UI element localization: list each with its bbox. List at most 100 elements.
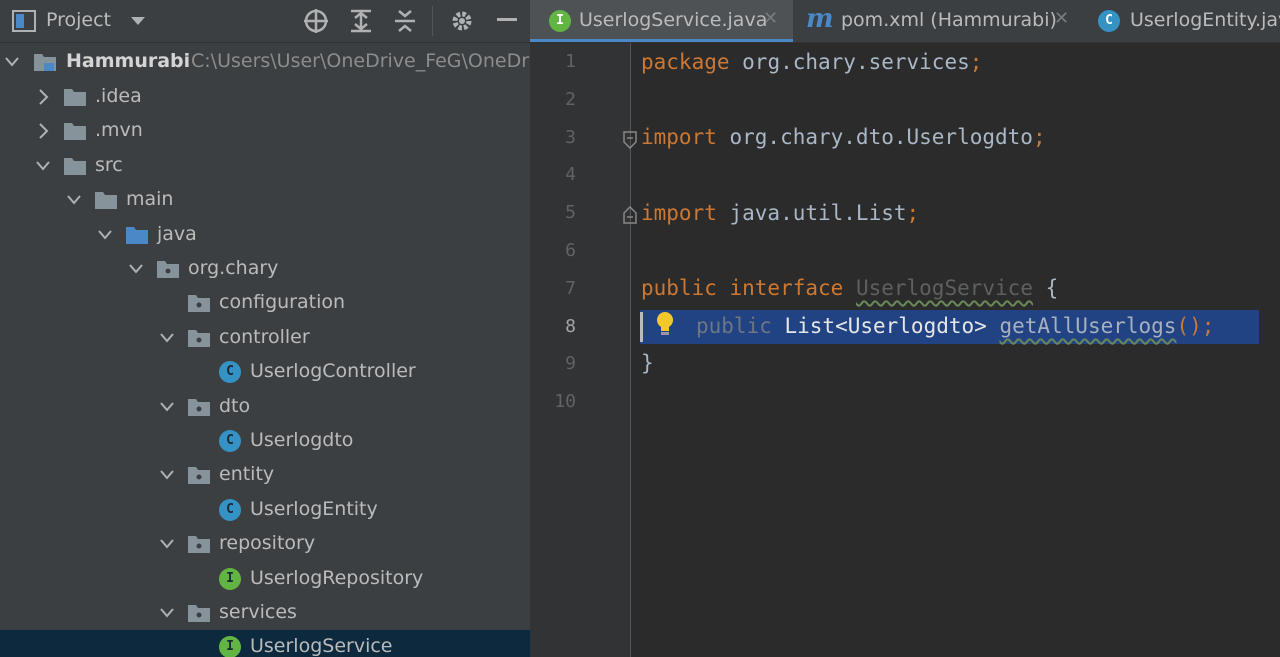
project-panel: Project Hammurabi C:\Users\User\OneDrive… bbox=[0, 0, 530, 657]
tab-label: UserlogService.java bbox=[579, 9, 768, 31]
class-icon: C bbox=[219, 498, 241, 521]
code-text: org.chary.services bbox=[729, 50, 970, 74]
tree-item-java[interactable]: java bbox=[0, 218, 530, 252]
tree-item-configuration[interactable]: configuration bbox=[0, 286, 530, 320]
tree-item-services[interactable]: services bbox=[0, 596, 530, 630]
package-icon bbox=[188, 398, 210, 416]
code-text: org.chary.dto.Userlogdto bbox=[716, 125, 1033, 149]
maven-icon: m bbox=[806, 4, 834, 34]
tree-item--mvn[interactable]: .mvn bbox=[0, 114, 530, 148]
tree-item-label: Userlogdto bbox=[250, 429, 354, 451]
tree-item-repository[interactable]: repository bbox=[0, 527, 530, 561]
code-punct: ; bbox=[969, 50, 983, 74]
tree-item-userlogentity[interactable]: C UserlogEntity bbox=[0, 493, 530, 527]
code-keyword-unused: public bbox=[696, 314, 772, 338]
tree-item-label: dto bbox=[219, 394, 251, 417]
lightbulb-icon[interactable] bbox=[654, 311, 676, 337]
tree-item-label: UserlogController bbox=[250, 360, 416, 383]
chevron-down-icon[interactable] bbox=[157, 462, 177, 488]
project-root-path: C:\Users\User\OneDrive_FeG\OneDriv bbox=[191, 50, 530, 72]
tab-pom-xml[interactable]: m pom.xml (Hammurabi) ✕ bbox=[794, 0, 1087, 42]
interface-icon: I bbox=[549, 10, 571, 32]
chevron-down-icon[interactable] bbox=[157, 325, 177, 351]
text-caret bbox=[640, 312, 643, 342]
tree-root-row[interactable]: Hammurabi C:\Users\User\OneDrive_FeG\One… bbox=[0, 45, 530, 79]
chevron-down-icon[interactable] bbox=[33, 153, 53, 179]
chevron-down-icon[interactable] bbox=[64, 187, 84, 213]
line-number: 3 bbox=[565, 126, 576, 148]
tab-label: pom.xml (Hammurabi) bbox=[841, 9, 1057, 31]
project-panel-title[interactable]: Project bbox=[46, 9, 111, 31]
package-icon bbox=[188, 467, 210, 485]
chevron-down-icon[interactable] bbox=[126, 256, 146, 282]
code-keyword: public bbox=[641, 276, 717, 300]
tab-userlogservice-java[interactable]: I UserlogService.java ✕ bbox=[530, 0, 793, 42]
tree-item-org-chary[interactable]: org.chary bbox=[0, 252, 530, 286]
code-line-9[interactable]: } bbox=[641, 351, 654, 375]
code-punct: { bbox=[1032, 276, 1059, 300]
tree-item-label: entity bbox=[219, 463, 275, 486]
tree-item-entity[interactable]: entity bbox=[0, 458, 530, 492]
line-number: 4 bbox=[565, 164, 576, 186]
editor-area: I UserlogService.java ✕ m pom.xml (Hammu… bbox=[530, 0, 1280, 657]
chevron-right-icon[interactable] bbox=[33, 84, 53, 110]
line-number: 1 bbox=[565, 51, 576, 72]
project-root-name: Hammurabi bbox=[66, 50, 191, 72]
tree-item-label: repository bbox=[219, 532, 316, 555]
chevron-down-icon[interactable] bbox=[2, 49, 22, 75]
tree-item-label: controller bbox=[219, 325, 310, 348]
tree-item-label: services bbox=[219, 601, 297, 623]
close-icon[interactable]: ✕ bbox=[1054, 8, 1069, 29]
line-number: 9 bbox=[565, 353, 576, 375]
code-line-8[interactable]: public List<Userlogdto> getAllUserlogs()… bbox=[696, 314, 1214, 338]
chevron-down-icon[interactable] bbox=[157, 531, 177, 557]
fold-marker-icon[interactable] bbox=[623, 131, 637, 149]
code-line-3[interactable]: import org.chary.dto.Userlogdto; bbox=[641, 125, 1046, 149]
tree-item-userlogrepository[interactable]: I UserlogRepository bbox=[0, 562, 530, 596]
gear-icon[interactable] bbox=[449, 8, 475, 34]
line-number: 8 bbox=[565, 315, 576, 337]
class-icon: C bbox=[219, 430, 241, 452]
class-icon: C bbox=[1098, 10, 1120, 32]
chevron-down-icon[interactable] bbox=[130, 15, 146, 27]
code-keyword: import bbox=[641, 125, 717, 149]
code-line-7[interactable]: public interface UserlogService { bbox=[641, 276, 1058, 300]
tree-item--idea[interactable]: .idea bbox=[0, 80, 530, 114]
tree-item-label: org.chary bbox=[188, 257, 279, 279]
chevron-down-icon[interactable] bbox=[95, 222, 115, 248]
tree-item-label: main bbox=[126, 188, 174, 211]
chevron-right-icon[interactable] bbox=[33, 118, 53, 144]
package-icon bbox=[157, 261, 179, 278]
folder-icon bbox=[64, 89, 86, 106]
chevron-down-icon[interactable] bbox=[157, 394, 177, 420]
tree-item-dto[interactable]: dto bbox=[0, 390, 530, 424]
expand-all-icon[interactable] bbox=[349, 8, 373, 34]
code-line-1[interactable]: package org.chary.services; bbox=[641, 50, 982, 74]
fold-marker-icon[interactable] bbox=[623, 206, 637, 224]
line-number: 10 bbox=[554, 391, 576, 413]
locate-target-icon[interactable] bbox=[303, 8, 329, 34]
code-line-5[interactable]: import java.util.List; bbox=[641, 201, 919, 225]
project-view-icon[interactable] bbox=[12, 10, 36, 32]
folder-icon bbox=[64, 123, 86, 141]
chevron-down-icon[interactable] bbox=[157, 600, 177, 626]
tree-item-label: src bbox=[95, 153, 123, 176]
tree-item-main[interactable]: main bbox=[0, 183, 530, 217]
editor-tab-bar: I UserlogService.java ✕ m pom.xml (Hammu… bbox=[530, 0, 1280, 43]
minimize-icon[interactable] bbox=[497, 18, 517, 22]
tab-label: UserlogEntity.jav bbox=[1130, 9, 1280, 31]
tree-item-label: configuration bbox=[219, 291, 346, 314]
tree-item-userlogdto[interactable]: C Userlogdto bbox=[0, 424, 530, 458]
tab-userlogentity-java[interactable]: C UserlogEntity.jav bbox=[1088, 0, 1280, 42]
code-punct: ; bbox=[906, 201, 920, 225]
tree-item-src[interactable]: src bbox=[0, 149, 530, 183]
tree-item-label: .mvn bbox=[95, 119, 143, 142]
close-icon[interactable]: ✕ bbox=[763, 8, 778, 29]
tree-item-label: java bbox=[157, 222, 197, 245]
code-punct: (); bbox=[1176, 314, 1215, 338]
tree-item-userlogservice[interactable]: I UserlogService bbox=[0, 630, 530, 657]
package-icon bbox=[188, 295, 210, 313]
tree-item-controller[interactable]: controller bbox=[0, 321, 530, 355]
tree-item-userlogcontroller[interactable]: C UserlogController bbox=[0, 355, 530, 389]
collapse-all-icon[interactable] bbox=[393, 8, 417, 34]
